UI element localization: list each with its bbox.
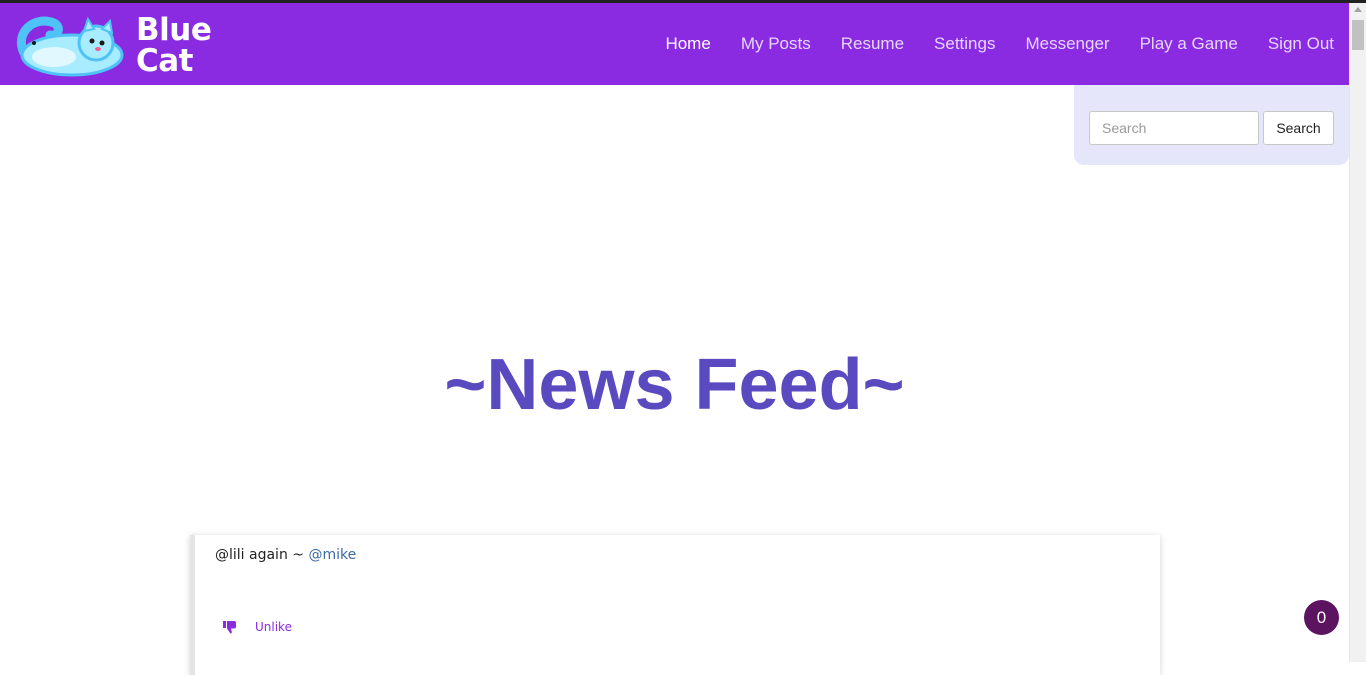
page-scrollbar[interactable]	[1349, 3, 1366, 662]
scroll-up-arrow-icon[interactable]	[1354, 7, 1362, 12]
brand-logo[interactable]: Blue Cat	[14, 13, 224, 79]
nav-sign-out[interactable]: Sign Out	[1268, 34, 1334, 54]
post-mention-link[interactable]: @mike	[308, 547, 356, 563]
post-text: @lili again ~ @mike	[215, 547, 356, 563]
nav-home[interactable]: Home	[665, 34, 710, 54]
notification-badge[interactable]: 0	[1304, 600, 1339, 635]
nav-resume[interactable]: Resume	[841, 34, 904, 54]
nav-messenger[interactable]: Messenger	[1025, 34, 1109, 54]
post-body: @lili again ~	[215, 547, 309, 563]
nav-play-a-game[interactable]: Play a Game	[1140, 34, 1238, 54]
unlike-action[interactable]: Unlike	[223, 620, 292, 634]
navbar: Blue Cat Home My Posts Resume Settings M…	[0, 3, 1349, 85]
nav-settings[interactable]: Settings	[934, 34, 995, 54]
brand-name: Blue Cat	[136, 12, 212, 79]
search-button[interactable]: Search	[1263, 111, 1334, 145]
post-card: @lili again ~ @mike Unlike	[190, 535, 1160, 675]
thumbs-down-icon[interactable]	[223, 620, 237, 634]
scrollbar-thumb[interactable]	[1352, 20, 1364, 50]
nav-my-posts[interactable]: My Posts	[741, 34, 811, 54]
unlike-button[interactable]: Unlike	[255, 620, 292, 634]
brand-name-line1: Blue	[136, 12, 212, 48]
brand-name-line2: Cat	[136, 43, 194, 79]
cat-logo-icon	[16, 16, 124, 77]
search-panel: Search	[1074, 85, 1349, 165]
main-nav: Home My Posts Resume Settings Messenger …	[650, 3, 1349, 85]
search-input[interactable]	[1089, 111, 1259, 145]
page-title: ~News Feed~	[444, 345, 905, 425]
